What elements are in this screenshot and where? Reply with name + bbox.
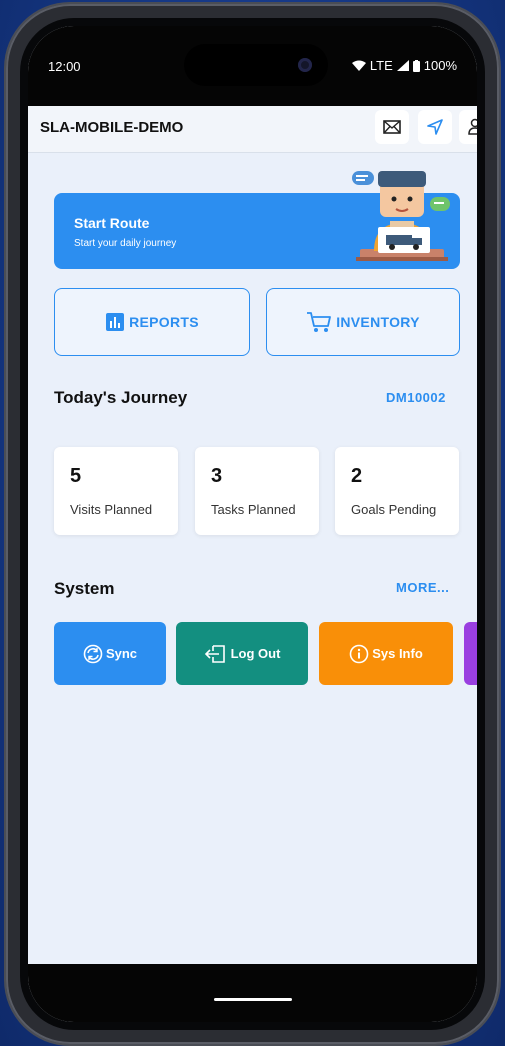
- stat-card-goals[interactable]: 2 Goals Pending: [335, 447, 459, 535]
- stat-value: 5: [70, 465, 82, 487]
- delivery-driver-illustration: [352, 171, 450, 261]
- stat-card-tasks[interactable]: 3 Tasks Planned: [195, 447, 319, 535]
- stat-label: Visits Planned: [70, 502, 153, 517]
- status-time: 12:00: [48, 59, 81, 74]
- stat-card-visits[interactable]: 5 Visits Planned: [54, 447, 178, 535]
- stat-value: 3: [211, 465, 223, 487]
- messages-button[interactable]: [375, 110, 409, 144]
- inventory-label: INVENTORY: [336, 314, 420, 330]
- app-screen: 12:00 LTE 100% SLA-MOBILE-DEMO Start Rou…: [28, 26, 477, 1022]
- profile-button[interactable]: [459, 110, 477, 144]
- logout-label: Log Out: [230, 646, 281, 661]
- status-bar: 12:00 LTE 100%: [28, 26, 477, 106]
- reports-button[interactable]: REPORTS: [54, 288, 250, 356]
- journey-code-link[interactable]: DM10002: [386, 390, 446, 405]
- more-link[interactable]: MORE...: [396, 580, 449, 595]
- start-route-subtitle: Start your daily journey: [74, 238, 177, 249]
- camera-icon: [298, 58, 312, 72]
- navigation-bar: [28, 964, 477, 1022]
- journey-title: Today's Journey: [54, 388, 188, 407]
- sys-info-label: Sys Info: [372, 646, 423, 661]
- status-indicators: LTE 100%: [351, 58, 457, 73]
- phone-frame: 12:00 LTE 100% SLA-MOBILE-DEMO Start Rou…: [6, 4, 499, 1044]
- phone-bezel: 12:00 LTE 100% SLA-MOBILE-DEMO Start Rou…: [20, 18, 485, 1030]
- navigation-button[interactable]: [418, 110, 452, 144]
- system-title: System: [54, 579, 115, 598]
- sync-label: Sync: [105, 646, 138, 661]
- home-indicator[interactable]: [214, 998, 292, 1001]
- signal-icon: [396, 60, 409, 71]
- dynamic-island: [184, 44, 328, 86]
- logout-icon: [204, 644, 225, 663]
- stat-value: 2: [351, 465, 363, 487]
- start-route-banner[interactable]: Start Route Start your daily journey: [54, 171, 460, 269]
- user-icon: [468, 118, 477, 135]
- battery-level: 100%: [423, 58, 457, 73]
- mail-icon: [383, 120, 401, 134]
- sync-icon: [83, 644, 103, 663]
- stat-label: Tasks Planned: [211, 502, 296, 517]
- wifi-icon: [351, 60, 366, 71]
- reports-label: REPORTS: [129, 314, 199, 330]
- stat-label: Goals Pending: [351, 502, 437, 517]
- network-label: LTE: [369, 58, 393, 73]
- cart-icon: [307, 312, 332, 332]
- start-route-title: Start Route: [74, 215, 150, 231]
- battery-icon: [412, 59, 420, 72]
- logout-button[interactable]: Log Out: [176, 622, 308, 685]
- inventory-button[interactable]: INVENTORY: [266, 288, 460, 356]
- app-bar: SLA-MOBILE-DEMO: [28, 106, 477, 153]
- sync-button[interactable]: Sync: [54, 622, 166, 685]
- app-title: SLA-MOBILE-DEMO: [40, 119, 184, 136]
- system-button-overflow[interactable]: [464, 622, 477, 685]
- info-icon: [349, 644, 369, 663]
- navigation-arrow-icon: [427, 119, 443, 135]
- bar-chart-icon: [106, 313, 125, 331]
- sys-info-button[interactable]: Sys Info: [319, 622, 453, 685]
